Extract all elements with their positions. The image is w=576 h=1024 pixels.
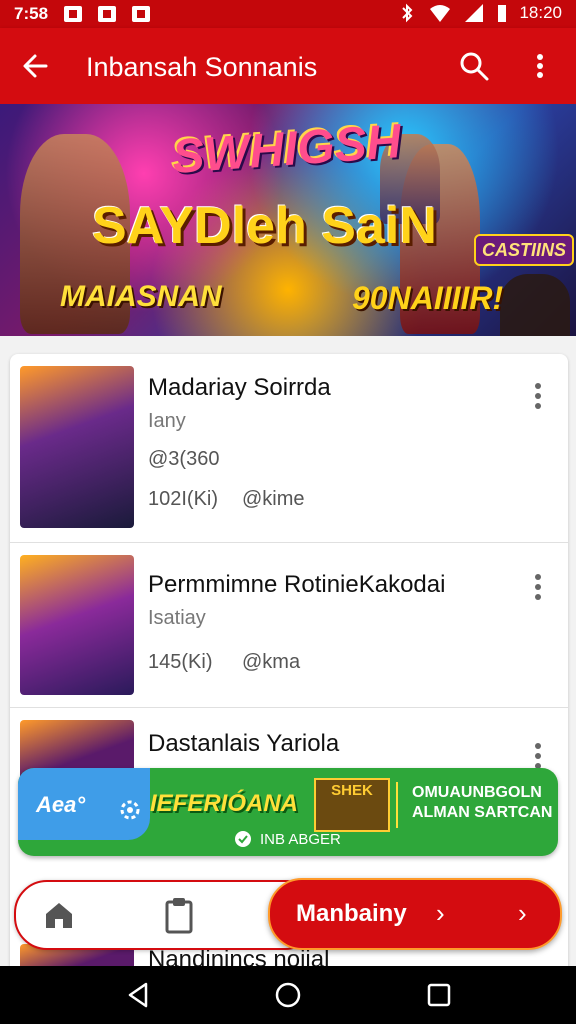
app-bar: Inbansah Sonnanis — [0, 28, 576, 104]
featured-banner[interactable]: SWHIGSH SAYDleh SaiN MAIASNAN 90NAIIIIR!… — [0, 104, 576, 336]
system-back-button[interactable] — [124, 980, 154, 1010]
arrow-left-icon — [23, 54, 48, 78]
crowd-silhouette — [500, 274, 570, 336]
list-item[interactable]: Madariay Soirrda Iany @3(360 102I(Ki) @k… — [10, 354, 568, 543]
banner-left-text: MAIASNAN — [60, 280, 222, 313]
search-icon — [460, 52, 489, 81]
banner-badge-text: CASTIINS — [474, 234, 575, 266]
game-extra: @kma — [242, 651, 301, 673]
game-thumbnail — [20, 555, 134, 695]
item-menu-button[interactable] — [526, 569, 550, 605]
search-button[interactable] — [456, 48, 492, 84]
game-size: 102I(Ki) — [148, 488, 219, 510]
promo-game-tile: SHEK — [314, 778, 390, 832]
chevron-right-icon: › — [436, 898, 445, 928]
square-recents-icon — [427, 983, 451, 1007]
system-home-button[interactable] — [273, 980, 303, 1010]
circle-home-icon — [275, 982, 301, 1008]
status-bar: 7:58 18:20 — [0, 0, 576, 28]
bluetooth-icon — [402, 3, 413, 23]
notification-icon — [98, 6, 117, 22]
game-size: 145(Ki) — [148, 651, 213, 673]
list-item[interactable]: Permmimne RotinieKakodai Isatiay 145(Ki)… — [10, 543, 568, 708]
back-button[interactable] — [18, 48, 54, 84]
page-title: Inbansah Sonnanis — [86, 52, 318, 82]
clipboard-icon — [165, 898, 193, 934]
system-recents-button[interactable] — [424, 980, 454, 1010]
banner-right-text: 90NAIIIIR! — [352, 280, 504, 316]
promo-divider — [396, 782, 398, 828]
status-time: 7:58 — [14, 4, 49, 23]
system-navigation-bar — [0, 966, 576, 1024]
more-vert-icon — [537, 54, 543, 78]
game-title: Permmimne RotinieKakodai — [148, 571, 446, 598]
promo-ad[interactable]: Aea° IEFERIÓANA SHEK OMUAUNBGOLN ALMAN S… — [18, 768, 558, 856]
cta-button[interactable]: Manbainy › › — [268, 878, 562, 950]
check-circle-icon — [235, 831, 251, 847]
game-thumbnail — [20, 366, 134, 528]
promo-brand: IEFERIÓANA — [150, 790, 299, 817]
promo-logo: Aea° — [36, 792, 86, 817]
chevron-right-icon: › — [518, 898, 527, 928]
banner-subtitle: SAYDleh SaiN — [92, 197, 437, 255]
notification-icon — [132, 6, 151, 22]
game-title: Dastanlais Yariola — [148, 730, 340, 757]
gear-icon — [120, 800, 140, 820]
promo-footer-text: INB ABGER — [260, 830, 341, 848]
item-menu-button[interactable] — [526, 378, 550, 414]
overflow-menu-button[interactable] — [526, 48, 554, 84]
status-clock: 18:20 — [519, 3, 562, 22]
wifi-icon — [430, 5, 451, 22]
game-extra: @kime — [242, 488, 305, 510]
game-rating: @3(360 — [148, 448, 220, 470]
game-genre: Isatiay — [148, 607, 206, 629]
nav-home-button[interactable] — [42, 898, 76, 932]
promo-footer: INB ABGER — [234, 830, 341, 848]
more-vert-icon — [535, 574, 541, 600]
signal-icon — [465, 4, 484, 22]
triangle-back-icon — [128, 982, 148, 1008]
home-icon — [46, 903, 72, 928]
promo-tagline: OMUAUNBGOLN — [412, 784, 542, 801]
cta-label: Manbainy — [296, 900, 407, 927]
nav-library-button[interactable] — [162, 896, 196, 934]
notification-icon — [64, 6, 83, 22]
more-vert-icon — [535, 383, 541, 409]
game-genre: Iany — [148, 410, 186, 432]
banner-title: SWHIGSH — [170, 115, 403, 184]
promo-tagline: ALMAN SARTCAN — [412, 804, 553, 821]
banner-badge: CASTIINS — [474, 234, 575, 266]
game-title: Madariay Soirrda — [148, 374, 331, 401]
battery-icon — [498, 5, 507, 22]
